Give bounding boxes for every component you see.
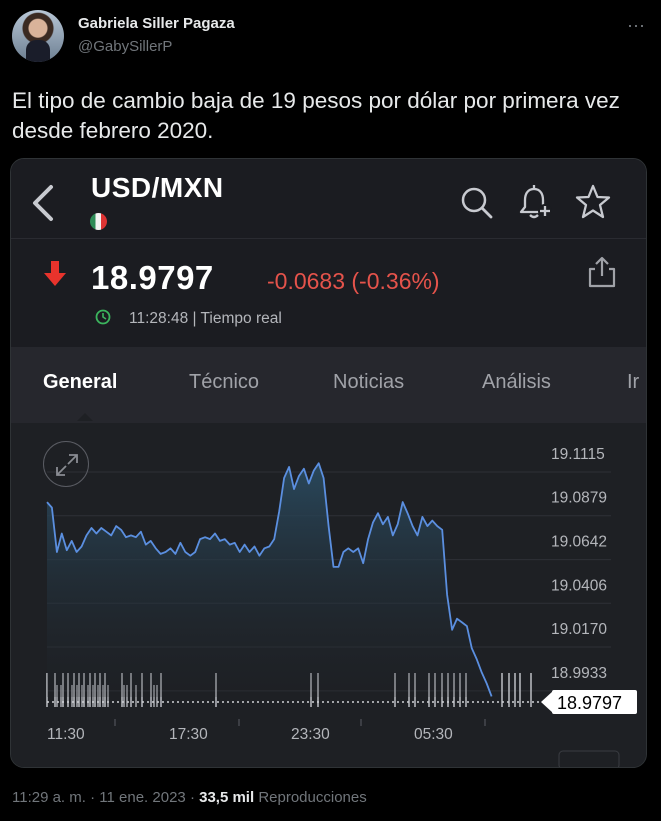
avatar[interactable] (12, 10, 64, 62)
current-price-label: 18.9797 (557, 693, 622, 713)
clock-icon (95, 309, 111, 325)
price-chart[interactable]: 19.1115 19.0879 19.0642 19.0406 19.0170 18.99… (11, 423, 646, 767)
price-change: -0.0683 (-0.36%) (267, 268, 440, 294)
display-name[interactable]: Gabriela Siller Pagaza (78, 15, 235, 32)
tweet-date[interactable]: 11 ene. 2023 (99, 789, 185, 806)
tab-more[interactable]: Ir (627, 371, 639, 394)
footer-separator: · (90, 789, 96, 806)
y-tick-label: 18.9933 (551, 665, 607, 682)
tab-general[interactable]: General (43, 371, 117, 394)
tweet-media[interactable]: USD/MXN 18.9797 -0.0683 (-0.36%) 11:28:4… (10, 158, 647, 768)
realtime-label: 11:28:48 | Tiempo real (129, 310, 282, 327)
down-arrow-icon (44, 261, 66, 286)
x-tick-label: 23:30 (291, 726, 330, 743)
tab-analisis[interactable]: Análisis (482, 371, 551, 394)
y-tick-label: 19.0170 (551, 621, 607, 638)
y-tick-label: 19.0879 (551, 490, 607, 507)
tweet-time[interactable]: 11:29 a. m. (12, 789, 86, 806)
x-tick-label: 17:30 (169, 726, 208, 743)
tweet-header: Gabriela Siller Pagaza @GabySillerP ⋯ (12, 10, 652, 66)
x-tick-label: 11:30 (47, 726, 85, 743)
share-icon[interactable] (587, 255, 617, 289)
app-topbar: USD/MXN (11, 159, 646, 239)
mexico-flag-icon (90, 213, 107, 230)
tweet-footer: 11:29 a. m. · 11 ene. 2023 · 33,5 mil Re… (12, 789, 367, 806)
y-tick-label: 19.1115 (551, 446, 605, 463)
price-area (47, 463, 492, 697)
search-icon[interactable] (459, 185, 495, 221)
star-icon[interactable] (575, 183, 611, 221)
x-tick-label: 05:30 (414, 726, 453, 743)
tab-bar: General Técnico Noticias Análisis Ir (11, 347, 646, 423)
chart-svg: 19.1115 19.0879 19.0642 19.0406 19.0170 18.99… (46, 446, 637, 767)
y-tick-label: 19.0406 (551, 577, 607, 594)
pair-title: USD/MXN (91, 172, 224, 203)
bell-plus-icon[interactable] (517, 183, 553, 221)
expand-button[interactable] (43, 441, 89, 487)
current-price: 18.9797 (91, 259, 214, 296)
active-tab-indicator (77, 413, 93, 421)
user-handle[interactable]: @GabySillerP (78, 38, 172, 55)
tweet-text: El tipo de cambio baja de 19 pesos por d… (12, 88, 620, 143)
scroll-box (558, 750, 620, 767)
current-price-pointer (541, 691, 553, 713)
tab-tecnico[interactable]: Técnico (189, 371, 259, 394)
expand-icon (56, 454, 78, 476)
views-count: 33,5 mil (199, 789, 255, 806)
y-tick-label: 19.0642 (551, 534, 607, 551)
views-label: Reproducciones (258, 789, 367, 806)
footer-separator: · (189, 789, 195, 806)
tab-noticias[interactable]: Noticias (333, 371, 404, 394)
back-icon[interactable] (29, 183, 59, 223)
more-options-icon[interactable]: ⋯ (627, 16, 646, 37)
